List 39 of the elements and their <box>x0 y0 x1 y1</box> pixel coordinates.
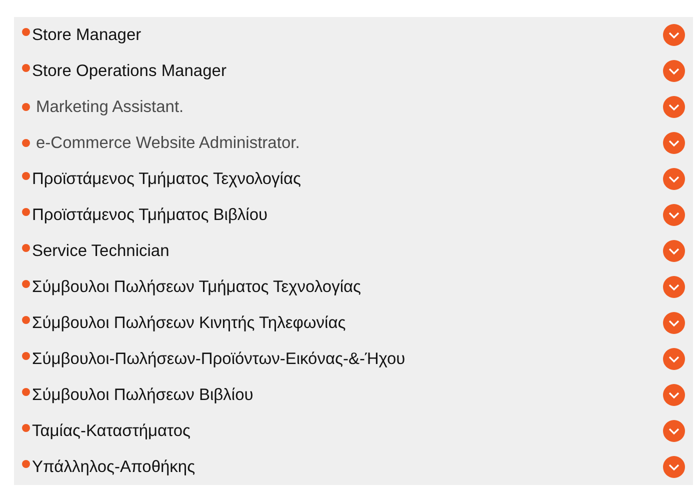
chevron-down-icon[interactable] <box>663 96 685 118</box>
bullet-icon <box>22 352 30 360</box>
bullet-icon <box>22 103 30 111</box>
chevron-down-icon[interactable] <box>663 384 685 406</box>
job-title[interactable]: Υπάλληλος-Αποθήκης <box>32 458 663 476</box>
chevron-down-icon[interactable] <box>663 420 685 442</box>
chevron-down-icon[interactable] <box>663 204 685 226</box>
bullet-icon <box>22 139 30 147</box>
chevron-down-icon[interactable] <box>663 276 685 298</box>
bullet-icon <box>22 172 30 180</box>
bullet-icon <box>22 316 30 324</box>
job-title[interactable]: Store Manager <box>32 26 663 44</box>
job-title[interactable]: Store Operations Manager <box>32 62 663 80</box>
chevron-down-icon[interactable] <box>663 456 685 478</box>
job-title[interactable]: Σύμβουλοι-Πωλήσεων-Προϊόντων-Εικόνας-&-Ήχου <box>32 350 663 368</box>
job-title[interactable]: Ταμίας-Καταστήματος <box>32 422 663 440</box>
bullet-icon <box>22 208 30 216</box>
bullet-icon <box>22 460 30 468</box>
job-title[interactable]: e-Commerce Website Administrator. <box>36 134 663 152</box>
chevron-down-icon[interactable] <box>663 24 685 46</box>
job-title[interactable]: Marketing Assistant. <box>36 98 663 116</box>
bullet-icon <box>22 424 30 432</box>
chevron-down-icon[interactable] <box>663 132 685 154</box>
bullet-icon <box>22 28 30 36</box>
bullet-icon <box>22 388 30 396</box>
job-title[interactable]: Προϊστάμενος Τμήματος Τεχνολογίας <box>32 170 663 188</box>
chevron-down-icon[interactable] <box>663 312 685 334</box>
chevron-down-icon[interactable] <box>663 60 685 82</box>
job-title[interactable]: Service Technician <box>32 242 663 260</box>
job-title[interactable]: Προϊστάμενος Τμήματος Βιβλίου <box>32 206 663 224</box>
job-title[interactable]: Σύμβουλοι Πωλήσεων Τμήματος Τεχνολογίας <box>32 278 663 296</box>
bullet-icon <box>22 244 30 252</box>
chevron-down-icon[interactable] <box>663 168 685 190</box>
bullet-icon <box>22 280 30 288</box>
job-title[interactable]: Σύμβουλοι Πωλήσεων Κινητής Τηλεφωνίας <box>32 314 663 332</box>
bullet-icon <box>22 64 30 72</box>
job-title[interactable]: Σύμβουλοι Πωλήσεων Βιβλίου <box>32 386 663 404</box>
chevron-down-icon[interactable] <box>663 240 685 262</box>
chevron-down-icon[interactable] <box>663 348 685 370</box>
